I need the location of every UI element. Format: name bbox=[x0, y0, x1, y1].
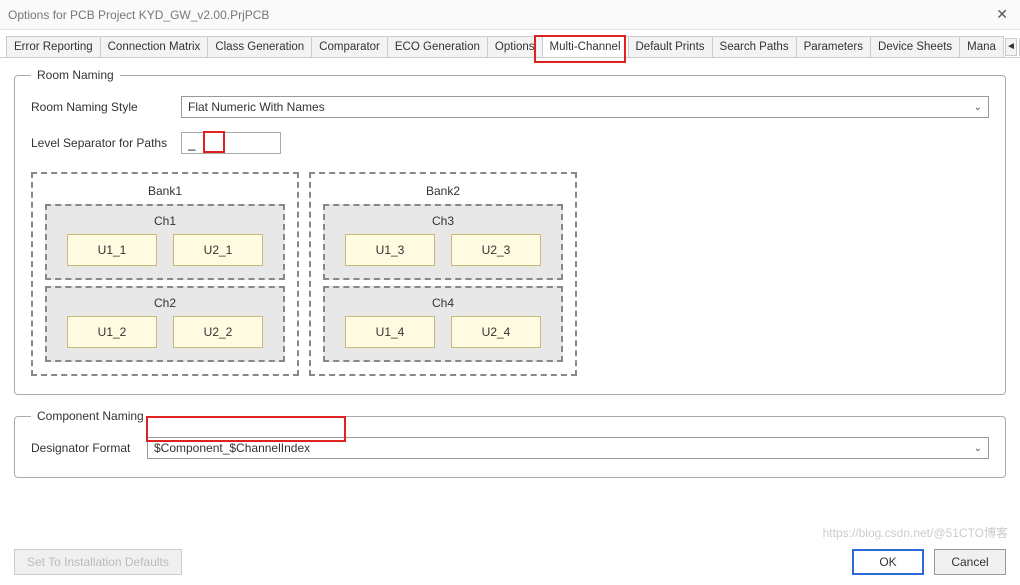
window-title: Options for PCB Project KYD_GW_v2.00.Prj… bbox=[8, 8, 269, 22]
component-naming-group: Component Naming Designator Format $Comp… bbox=[14, 409, 1006, 478]
room-naming-style-value: Flat Numeric With Names bbox=[188, 100, 325, 114]
designator-format-combo[interactable]: $Component_$ChannelIndex ⌄ bbox=[147, 437, 989, 459]
chevron-down-icon: ⌄ bbox=[974, 443, 982, 454]
cancel-button[interactable]: Cancel bbox=[934, 549, 1006, 575]
tab-class-generation[interactable]: Class Generation bbox=[207, 36, 312, 57]
tab-connection-matrix[interactable]: Connection Matrix bbox=[100, 36, 209, 57]
bank-1-title: Bank1 bbox=[45, 184, 285, 198]
title-bar: Options for PCB Project KYD_GW_v2.00.Prj… bbox=[0, 0, 1020, 30]
designator-u2-1: U2_1 bbox=[173, 234, 263, 266]
designator-u1-3: U1_3 bbox=[345, 234, 435, 266]
ch3-title: Ch3 bbox=[335, 214, 551, 228]
channel-ch1: Ch1 U1_1 U2_1 bbox=[45, 204, 285, 280]
room-naming-legend: Room Naming bbox=[31, 68, 120, 82]
tab-bar: Error Reporting Connection Matrix Class … bbox=[0, 34, 1020, 58]
designator-u2-2: U2_2 bbox=[173, 316, 263, 348]
tab-device-sheets[interactable]: Device Sheets bbox=[870, 36, 960, 57]
designator-u1-1: U1_1 bbox=[67, 234, 157, 266]
channel-ch2: Ch2 U1_2 U2_2 bbox=[45, 286, 285, 362]
banks-preview: Bank1 Ch1 U1_1 U2_1 Ch2 U1_2 U2_2 bbox=[31, 172, 989, 376]
channel-ch3: Ch3 U1_3 U2_3 bbox=[323, 204, 563, 280]
close-icon[interactable]: ✕ bbox=[992, 6, 1012, 23]
tab-error-reporting[interactable]: Error Reporting bbox=[6, 36, 101, 57]
ch1-title: Ch1 bbox=[57, 214, 273, 228]
tab-multi-channel[interactable]: Multi-Channel bbox=[542, 36, 629, 57]
bank-2: Bank2 Ch3 U1_3 U2_3 Ch4 U1_4 U2_4 bbox=[309, 172, 577, 376]
room-naming-style-combo[interactable]: Flat Numeric With Names ⌄ bbox=[181, 96, 989, 118]
tab-scroll-left-icon[interactable]: ◄ bbox=[1005, 38, 1017, 56]
tab-options[interactable]: Options bbox=[487, 36, 543, 57]
bank-2-title: Bank2 bbox=[323, 184, 563, 198]
ch4-title: Ch4 bbox=[335, 296, 551, 310]
designator-u2-3: U2_3 bbox=[451, 234, 541, 266]
room-naming-style-label: Room Naming Style bbox=[31, 100, 181, 114]
set-defaults-button[interactable]: Set To Installation Defaults bbox=[14, 549, 182, 575]
designator-u1-2: U1_2 bbox=[67, 316, 157, 348]
designator-u2-4: U2_4 bbox=[451, 316, 541, 348]
level-separator-input[interactable] bbox=[181, 132, 281, 154]
tab-managed[interactable]: Mana bbox=[959, 36, 1004, 57]
channel-ch4: Ch4 U1_4 U2_4 bbox=[323, 286, 563, 362]
designator-u1-4: U1_4 bbox=[345, 316, 435, 348]
tab-eco-generation[interactable]: ECO Generation bbox=[387, 36, 488, 57]
designator-format-value: $Component_$ChannelIndex bbox=[154, 441, 310, 455]
tab-parameters[interactable]: Parameters bbox=[796, 36, 871, 57]
tab-default-prints[interactable]: Default Prints bbox=[628, 36, 713, 57]
bank-1: Bank1 Ch1 U1_1 U2_1 Ch2 U1_2 U2_2 bbox=[31, 172, 299, 376]
ch2-title: Ch2 bbox=[57, 296, 273, 310]
ok-button[interactable]: OK bbox=[852, 549, 924, 575]
tab-search-paths[interactable]: Search Paths bbox=[712, 36, 797, 57]
room-naming-group: Room Naming Room Naming Style Flat Numer… bbox=[14, 68, 1006, 395]
watermark: https://blog.csdn.net/@51CTO博客 bbox=[823, 524, 1008, 541]
level-separator-label: Level Separator for Paths bbox=[31, 136, 181, 150]
chevron-down-icon: ⌄ bbox=[974, 102, 982, 113]
tab-comparator[interactable]: Comparator bbox=[311, 36, 388, 57]
component-naming-legend: Component Naming bbox=[31, 409, 150, 423]
dialog-buttons: Set To Installation Defaults OK Cancel bbox=[14, 549, 1006, 575]
designator-format-label: Designator Format bbox=[31, 441, 147, 455]
